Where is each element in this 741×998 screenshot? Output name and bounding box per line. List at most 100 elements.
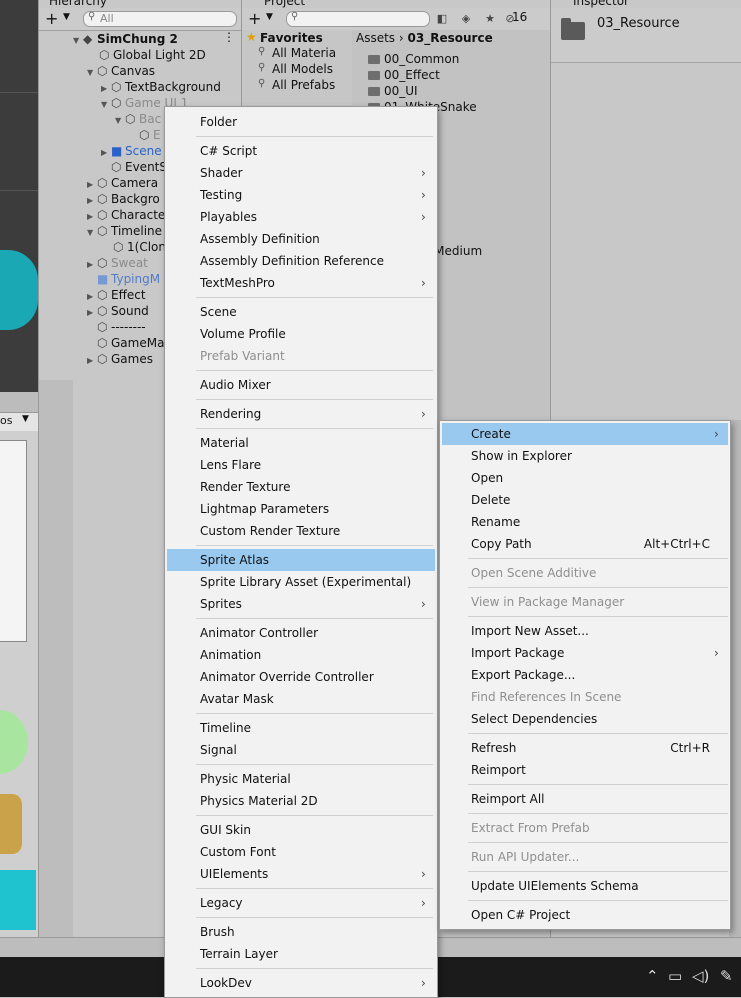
context_menu-item-select-dependencies[interactable]: Select Dependencies	[442, 708, 728, 730]
create_menu-item-material[interactable]: Material	[167, 432, 435, 454]
more-options-icon[interactable]: ⋮	[223, 30, 235, 44]
hierarchy-item[interactable]: ▶ ⬡ Sound	[87, 303, 149, 319]
breadcrumb-assets[interactable]: Assets	[356, 31, 395, 45]
create_menu-item-timeline[interactable]: Timeline	[167, 717, 435, 739]
hierarchy-item[interactable]: ▶ ⬡ Characte	[87, 207, 165, 223]
favorite-star-icon[interactable]: ★	[480, 10, 500, 27]
create_menu-item-animator-override-controller[interactable]: Animator Override Controller	[167, 666, 435, 688]
create_menu-item-custom-render-texture[interactable]: Custom Render Texture	[167, 520, 435, 542]
context_menu-item-update-uielements-schema[interactable]: Update UIElements Schema	[442, 875, 728, 897]
create_menu-item-audio-mixer[interactable]: Audio Mixer	[167, 374, 435, 396]
context_menu-item-find-references-in-scene[interactable]: Find References In Scene	[442, 686, 728, 708]
foldout-closed-icon[interactable]: ▶	[87, 353, 97, 369]
hierarchy-item[interactable]: ⬡ 1(Clon	[113, 239, 166, 255]
breadcrumb-current[interactable]: 03_Resource	[408, 31, 493, 45]
network-icon[interactable]: ▭	[668, 967, 682, 985]
context_menu-item-run-api-updater[interactable]: Run API Updater...	[442, 846, 728, 868]
context_menu-item-open-scene-additive[interactable]: Open Scene Additive	[442, 562, 728, 584]
create_menu-item-scene[interactable]: Scene	[167, 301, 435, 323]
asset-folder[interactable]: 00_UI	[368, 84, 418, 98]
create_menu-item-avatar-mask[interactable]: Avatar Mask	[167, 688, 435, 710]
hierarchy-item[interactable]: ▼ ⬡ Bac	[115, 111, 161, 127]
create_menu-item-rendering[interactable]: Rendering ›	[167, 403, 435, 425]
create_menu-item-terrain-layer[interactable]: Terrain Layer	[167, 943, 435, 965]
create_menu-item-render-texture[interactable]: Render Texture	[167, 476, 435, 498]
context_menu-item-view-in-package-manager[interactable]: View in Package Manager	[442, 591, 728, 613]
create_menu-item-sprite-library-asset-experimental[interactable]: Sprite Library Asset (Experimental)	[167, 571, 435, 593]
create_menu-item-physic-material[interactable]: Physic Material	[167, 768, 435, 790]
create_menu-item-legacy[interactable]: Legacy ›	[167, 892, 435, 914]
inspector-tab[interactable]: Inspector	[573, 0, 629, 8]
favorite-item[interactable]: ⚲ All Models	[258, 62, 333, 76]
hierarchy-item[interactable]: ▶ ⬡ Sweat	[87, 255, 148, 271]
create_menu-item-lens-flare[interactable]: Lens Flare	[167, 454, 435, 476]
volume-icon[interactable]: ◁)	[692, 967, 709, 985]
create_menu-item-textmeshpro[interactable]: TextMeshPro ›	[167, 272, 435, 294]
hierarchy-item[interactable]: ▶ ⬡ TextBackground	[101, 79, 221, 95]
context_menu-item-reimport[interactable]: Reimport	[442, 759, 728, 781]
hierarchy-item[interactable]: ⬡ Global Light 2D	[99, 47, 206, 63]
hierarchy-item[interactable]: ▼ ◆ SimChung 2	[73, 31, 178, 47]
context_menu-item-export-package[interactable]: Export Package...	[442, 664, 728, 686]
context_menu-item-delete[interactable]: Delete	[442, 489, 728, 511]
chevron-up-icon[interactable]: ⌃	[646, 967, 659, 985]
create_menu-item-animator-controller[interactable]: Animator Controller	[167, 622, 435, 644]
context_menu-item-import-package[interactable]: Import Package ›	[442, 642, 728, 664]
search-by-label-icon[interactable]: ◈	[456, 10, 476, 27]
hierarchy-search-input[interactable]: ⚲ All	[83, 11, 237, 27]
hierarchy-item[interactable]: ▶ ⬡ Backgro	[87, 191, 160, 207]
create_menu-item-folder[interactable]: Folder	[167, 111, 435, 133]
foldout-open-icon[interactable]: ▼	[115, 113, 125, 129]
add-icon[interactable]: +	[248, 9, 261, 28]
hierarchy-item[interactable]: ▶ ⬡ Games	[87, 351, 153, 367]
foldout-open-icon[interactable]: ▼	[101, 97, 111, 113]
create_menu-item-assembly-definition-reference[interactable]: Assembly Definition Reference	[167, 250, 435, 272]
hierarchy-item[interactable]: ▶ ⬡ Effect	[87, 287, 146, 303]
game-view[interactable]: os ▼	[0, 392, 38, 937]
create_menu-item-prefab-variant[interactable]: Prefab Variant	[167, 345, 435, 367]
context_menu-item-open[interactable]: Open	[442, 467, 728, 489]
context_menu-item-open-c-project[interactable]: Open C# Project	[442, 904, 728, 926]
create_menu-item-playables[interactable]: Playables ›	[167, 206, 435, 228]
chevron-down-icon[interactable]: ▼	[266, 12, 273, 22]
create_menu-item-lightmap-parameters[interactable]: Lightmap Parameters	[167, 498, 435, 520]
scene-view[interactable]	[0, 0, 38, 392]
create_menu-item-testing[interactable]: Testing ›	[167, 184, 435, 206]
create_menu-item-c-script[interactable]: C# Script	[167, 140, 435, 162]
create_menu-item-assembly-definition[interactable]: Assembly Definition	[167, 228, 435, 250]
context_menu-item-rename[interactable]: Rename	[442, 511, 728, 533]
asset-folder[interactable]: 00_Common	[368, 52, 459, 66]
hierarchy-tab[interactable]: Hierarchy	[49, 0, 107, 8]
create_menu-item-shader[interactable]: Shader ›	[167, 162, 435, 184]
asset-folder[interactable]: 00_Effect	[368, 68, 440, 82]
gizmos-dropdown[interactable]: os ▼	[0, 412, 38, 431]
foldout-open-icon[interactable]: ▼	[87, 65, 97, 81]
create_menu-item-signal[interactable]: Signal	[167, 739, 435, 761]
create_menu-item-volume-profile[interactable]: Volume Profile	[167, 323, 435, 345]
foldout-open-icon[interactable]: ▼	[87, 225, 97, 241]
create_menu-item-physics-material-2d[interactable]: Physics Material 2D	[167, 790, 435, 812]
project-search-input[interactable]: ⚲	[286, 11, 430, 27]
context_menu-item-create[interactable]: Create ›	[442, 423, 728, 445]
favorite-item[interactable]: ⚲ All Materia	[258, 46, 336, 60]
hierarchy-item[interactable]: ▶ ⬡ Camera	[87, 175, 158, 191]
create_menu-item-sprites[interactable]: Sprites ›	[167, 593, 435, 615]
add-icon[interactable]: +	[45, 9, 58, 28]
context_menu-item-extract-from-prefab[interactable]: Extract From Prefab	[442, 817, 728, 839]
project-tab[interactable]: Project	[264, 0, 305, 8]
foldout-open-icon[interactable]: ▼	[73, 33, 83, 49]
context_menu-item-copy-path[interactable]: Copy Path Alt+Ctrl+C	[442, 533, 728, 555]
context_menu-item-reimport-all[interactable]: Reimport All	[442, 788, 728, 810]
search-by-type-icon[interactable]: ◧	[432, 10, 452, 27]
favorite-item[interactable]: ⚲ All Prefabs	[258, 78, 335, 92]
hierarchy-item[interactable]: ▶ ■ Scene	[101, 143, 162, 159]
hierarchy-item[interactable]: ⬡ E	[139, 127, 161, 143]
hierarchy-item[interactable]: ▼ ⬡ Canvas	[87, 63, 155, 79]
favorites-title[interactable]: Favorites	[260, 31, 323, 45]
hierarchy-item[interactable]: ⬡ GameMa	[87, 335, 164, 351]
create_menu-item-brush[interactable]: Brush	[167, 921, 435, 943]
context_menu-item-show-in-explorer[interactable]: Show in Explorer	[442, 445, 728, 467]
context_menu-item-refresh[interactable]: Refresh Ctrl+R	[442, 737, 728, 759]
create_menu-item-custom-font[interactable]: Custom Font	[167, 841, 435, 863]
chevron-down-icon[interactable]: ▼	[63, 12, 70, 22]
